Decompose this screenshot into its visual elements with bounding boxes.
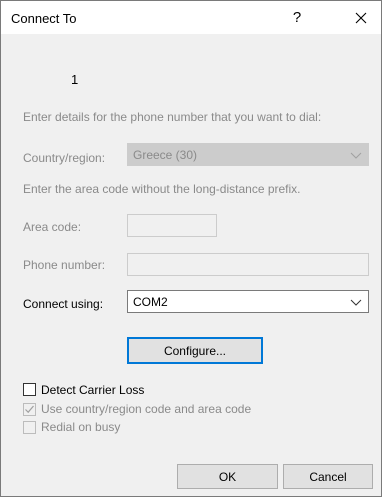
close-icon: [355, 12, 367, 23]
use-country-code-label: Use country/region code and area code: [41, 402, 252, 416]
detect-carrier-loss-checkbox[interactable]: [23, 383, 36, 396]
close-button[interactable]: [341, 1, 381, 34]
chevron-down-icon: [350, 299, 362, 306]
use-country-code-checkbox[interactable]: [23, 403, 36, 416]
redial-on-busy-label: Redial on busy: [41, 420, 121, 434]
phone-instruction: Enter details for the phone number that …: [23, 110, 322, 124]
title-bar: Connect To ?: [1, 1, 381, 34]
detect-carrier-loss-label: Detect Carrier Loss: [41, 383, 145, 397]
area-code-label: Area code:: [23, 220, 82, 234]
redial-on-busy-checkbox[interactable]: [23, 421, 36, 434]
help-button[interactable]: ?: [277, 1, 317, 34]
ok-button[interactable]: OK: [177, 464, 278, 489]
connect-using-select[interactable]: COM2: [127, 290, 369, 313]
chevron-down-icon: [350, 152, 362, 159]
connection-name: 1: [71, 72, 79, 87]
phone-number-input[interactable]: [127, 253, 369, 276]
connect-to-dialog: Connect To ? 1 Enter details for the pho…: [0, 0, 382, 497]
checkmark-icon: [25, 405, 34, 414]
connect-using-label: Connect using:: [23, 297, 104, 311]
country-region-select[interactable]: Greece (30): [127, 143, 369, 166]
cancel-button[interactable]: Cancel: [283, 464, 373, 489]
configure-button[interactable]: Configure...: [127, 337, 263, 364]
area-code-instruction: Enter the area code without the long-dis…: [23, 182, 301, 196]
area-code-input[interactable]: [127, 214, 217, 237]
window-title: Connect To: [11, 11, 77, 26]
connect-using-value: COM2: [133, 295, 168, 309]
phone-number-label: Phone number:: [23, 258, 106, 272]
country-region-label: Country/region:: [23, 151, 106, 165]
country-region-value: Greece (30): [133, 148, 198, 162]
